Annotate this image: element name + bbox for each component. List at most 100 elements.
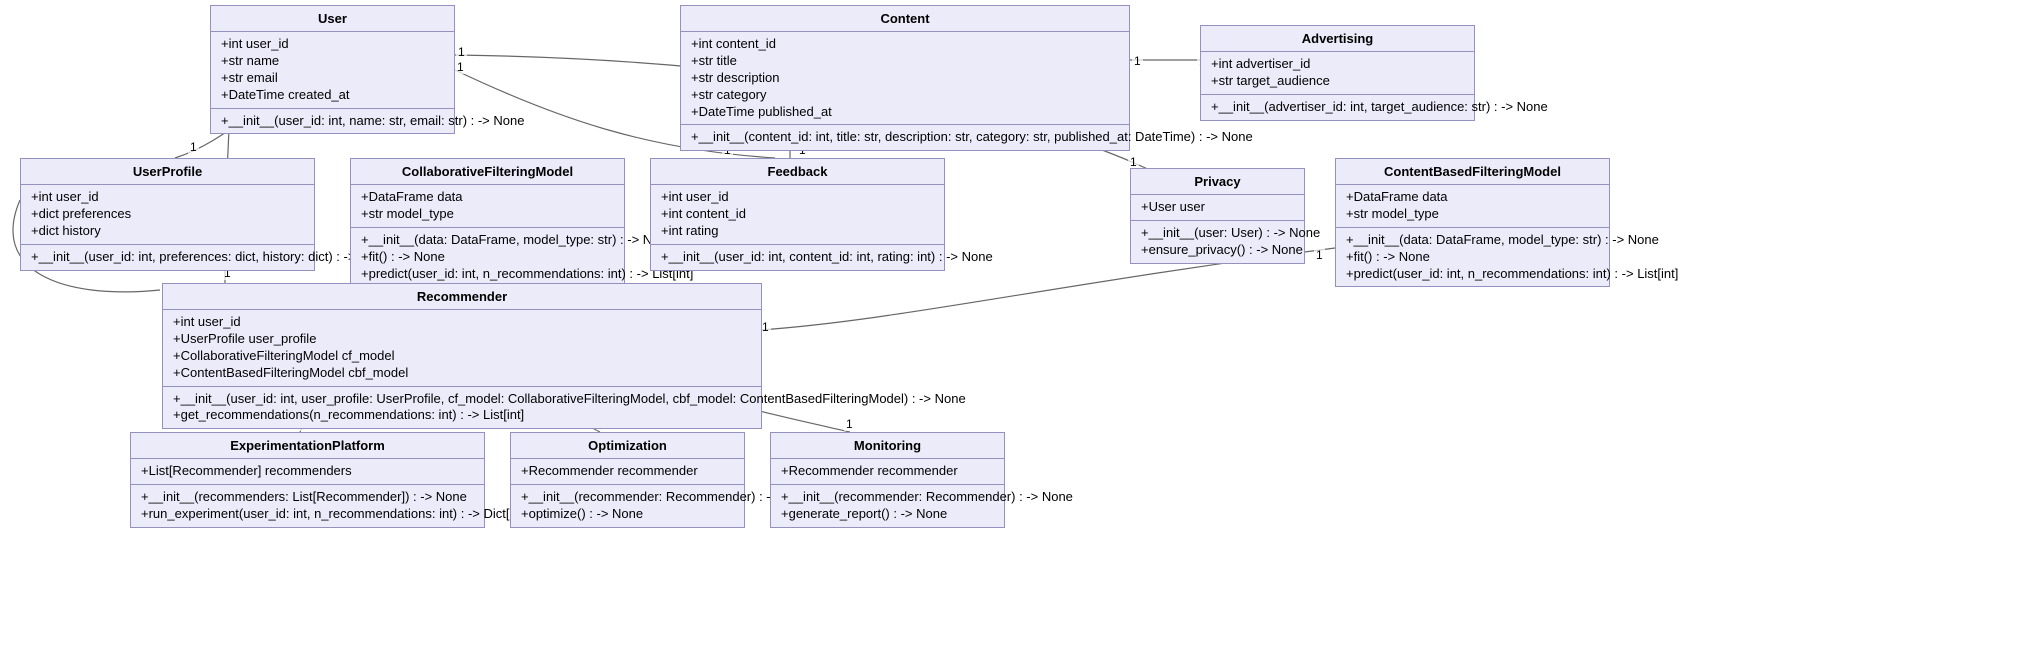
- method: +get_recommendations(n_recommendations: …: [173, 407, 751, 424]
- attr: +DateTime created_at: [221, 87, 444, 104]
- class-collaborative: CollaborativeFilteringModel +DataFrame d…: [350, 158, 625, 287]
- class-advertising: Advertising +int advertiser_id +str targ…: [1200, 25, 1475, 121]
- attr: +int user_id: [661, 189, 934, 206]
- class-privacy: Privacy +User user +__init__(user: User)…: [1130, 168, 1305, 264]
- method: +predict(user_id: int, n_recommendations…: [1346, 266, 1599, 283]
- attr: +str description: [691, 70, 1119, 87]
- attr: +dict preferences: [31, 206, 304, 223]
- method: +__init__(recommender: Recommender) : ->…: [521, 489, 734, 506]
- class-title: Feedback: [651, 159, 944, 185]
- attr: +DateTime published_at: [691, 104, 1119, 121]
- class-userprofile: UserProfile +int user_id +dict preferenc…: [20, 158, 315, 271]
- card: 1: [188, 140, 199, 154]
- method: +__init__(recommender: Recommender) : ->…: [781, 489, 994, 506]
- class-attrs: +int advertiser_id +str target_audience: [1201, 52, 1474, 95]
- class-title: UserProfile: [21, 159, 314, 185]
- method: +ensure_privacy() : -> None: [1141, 242, 1294, 259]
- method: +__init__(user_id: int, content_id: int,…: [661, 249, 934, 266]
- class-content: Content +int content_id +str title +str …: [680, 5, 1130, 151]
- class-methods: +__init__(user_id: int, preferences: dic…: [21, 245, 314, 270]
- class-methods: +__init__(data: DataFrame, model_type: s…: [1336, 228, 1609, 287]
- class-attrs: +List[Recommender] recommenders: [131, 459, 484, 485]
- method: +predict(user_id: int, n_recommendations…: [361, 266, 614, 283]
- class-title: ContentBasedFilteringModel: [1336, 159, 1609, 185]
- attr: +int content_id: [691, 36, 1119, 53]
- class-attrs: +int user_id +int content_id +int rating: [651, 185, 944, 245]
- attr: +int content_id: [661, 206, 934, 223]
- attr: +DataFrame data: [361, 189, 614, 206]
- method: +fit() : -> None: [361, 249, 614, 266]
- class-methods: +__init__(advertiser_id: int, target_aud…: [1201, 95, 1474, 120]
- attr: +User user: [1141, 199, 1294, 216]
- class-methods: +__init__(recommender: Recommender) : ->…: [771, 485, 1004, 527]
- attr: +ContentBasedFilteringModel cbf_model: [173, 365, 751, 382]
- method: +run_experiment(user_id: int, n_recommen…: [141, 506, 474, 523]
- class-title: CollaborativeFilteringModel: [351, 159, 624, 185]
- attr: +str model_type: [361, 206, 614, 223]
- attr: +str title: [691, 53, 1119, 70]
- attr: +dict history: [31, 223, 304, 240]
- class-methods: +__init__(content_id: int, title: str, d…: [681, 125, 1129, 150]
- attr: +Recommender recommender: [521, 463, 734, 480]
- method: +__init__(user_id: int, user_profile: Us…: [173, 391, 751, 408]
- attr: +int user_id: [173, 314, 751, 331]
- class-methods: +__init__(user_id: int, content_id: int,…: [651, 245, 944, 270]
- class-attrs: +int user_id +dict preferences +dict his…: [21, 185, 314, 245]
- attr: +str name: [221, 53, 444, 70]
- method: +__init__(user: User) : -> None: [1141, 225, 1294, 242]
- card: 1: [455, 60, 466, 74]
- class-methods: +__init__(recommender: Recommender) : ->…: [511, 485, 744, 527]
- class-title: Optimization: [511, 433, 744, 459]
- class-methods: +__init__(data: DataFrame, model_type: s…: [351, 228, 624, 287]
- class-attrs: +DataFrame data +str model_type: [351, 185, 624, 228]
- method: +__init__(data: DataFrame, model_type: s…: [1346, 232, 1599, 249]
- class-contentbased: ContentBasedFilteringModel +DataFrame da…: [1335, 158, 1610, 287]
- method: +__init__(recommenders: List[Recommender…: [141, 489, 474, 506]
- class-title: User: [211, 6, 454, 32]
- class-title: Monitoring: [771, 433, 1004, 459]
- method: +__init__(user_id: int, name: str, email…: [221, 113, 444, 130]
- class-methods: +__init__(user_id: int, name: str, email…: [211, 109, 454, 134]
- class-attrs: +DataFrame data +str model_type: [1336, 185, 1609, 228]
- class-methods: +__init__(user_id: int, user_profile: Us…: [163, 387, 761, 429]
- class-experimentation: ExperimentationPlatform +List[Recommende…: [130, 432, 485, 528]
- class-attrs: +int content_id +str title +str descript…: [681, 32, 1129, 125]
- card: 1: [1128, 155, 1139, 169]
- attr: +List[Recommender] recommenders: [141, 463, 474, 480]
- class-attrs: +int user_id +str name +str email +DateT…: [211, 32, 454, 109]
- attr: +str email: [221, 70, 444, 87]
- attr: +CollaborativeFilteringModel cf_model: [173, 348, 751, 365]
- attr: +int user_id: [31, 189, 304, 206]
- class-attrs: +Recommender recommender: [771, 459, 1004, 485]
- class-attrs: +User user: [1131, 195, 1304, 221]
- attr: +int user_id: [221, 36, 444, 53]
- class-title: Advertising: [1201, 26, 1474, 52]
- attr: +int rating: [661, 223, 934, 240]
- class-attrs: +int user_id +UserProfile user_profile +…: [163, 310, 761, 387]
- method: +__init__(content_id: int, title: str, d…: [691, 129, 1119, 146]
- attr: +str model_type: [1346, 206, 1599, 223]
- method: +__init__(advertiser_id: int, target_aud…: [1211, 99, 1464, 116]
- method: +generate_report() : -> None: [781, 506, 994, 523]
- attr: +int advertiser_id: [1211, 56, 1464, 73]
- class-user: User +int user_id +str name +str email +…: [210, 5, 455, 134]
- method: +__init__(user_id: int, preferences: dic…: [31, 249, 304, 266]
- card: 1: [1132, 54, 1143, 68]
- class-title: Privacy: [1131, 169, 1304, 195]
- method: +__init__(data: DataFrame, model_type: s…: [361, 232, 614, 249]
- method: +fit() : -> None: [1346, 249, 1599, 266]
- class-title: ExperimentationPlatform: [131, 433, 484, 459]
- class-feedback: Feedback +int user_id +int content_id +i…: [650, 158, 945, 271]
- class-methods: +__init__(recommenders: List[Recommender…: [131, 485, 484, 527]
- class-monitoring: Monitoring +Recommender recommender +__i…: [770, 432, 1005, 528]
- card: 1: [844, 417, 855, 431]
- attr: +UserProfile user_profile: [173, 331, 751, 348]
- class-recommender: Recommender +int user_id +UserProfile us…: [162, 283, 762, 429]
- attr: +Recommender recommender: [781, 463, 994, 480]
- card: 1: [1314, 248, 1325, 262]
- class-title: Content: [681, 6, 1129, 32]
- attr: +DataFrame data: [1346, 189, 1599, 206]
- class-methods: +__init__(user: User) : -> None +ensure_…: [1131, 221, 1304, 263]
- class-title: Recommender: [163, 284, 761, 310]
- attr: +str target_audience: [1211, 73, 1464, 90]
